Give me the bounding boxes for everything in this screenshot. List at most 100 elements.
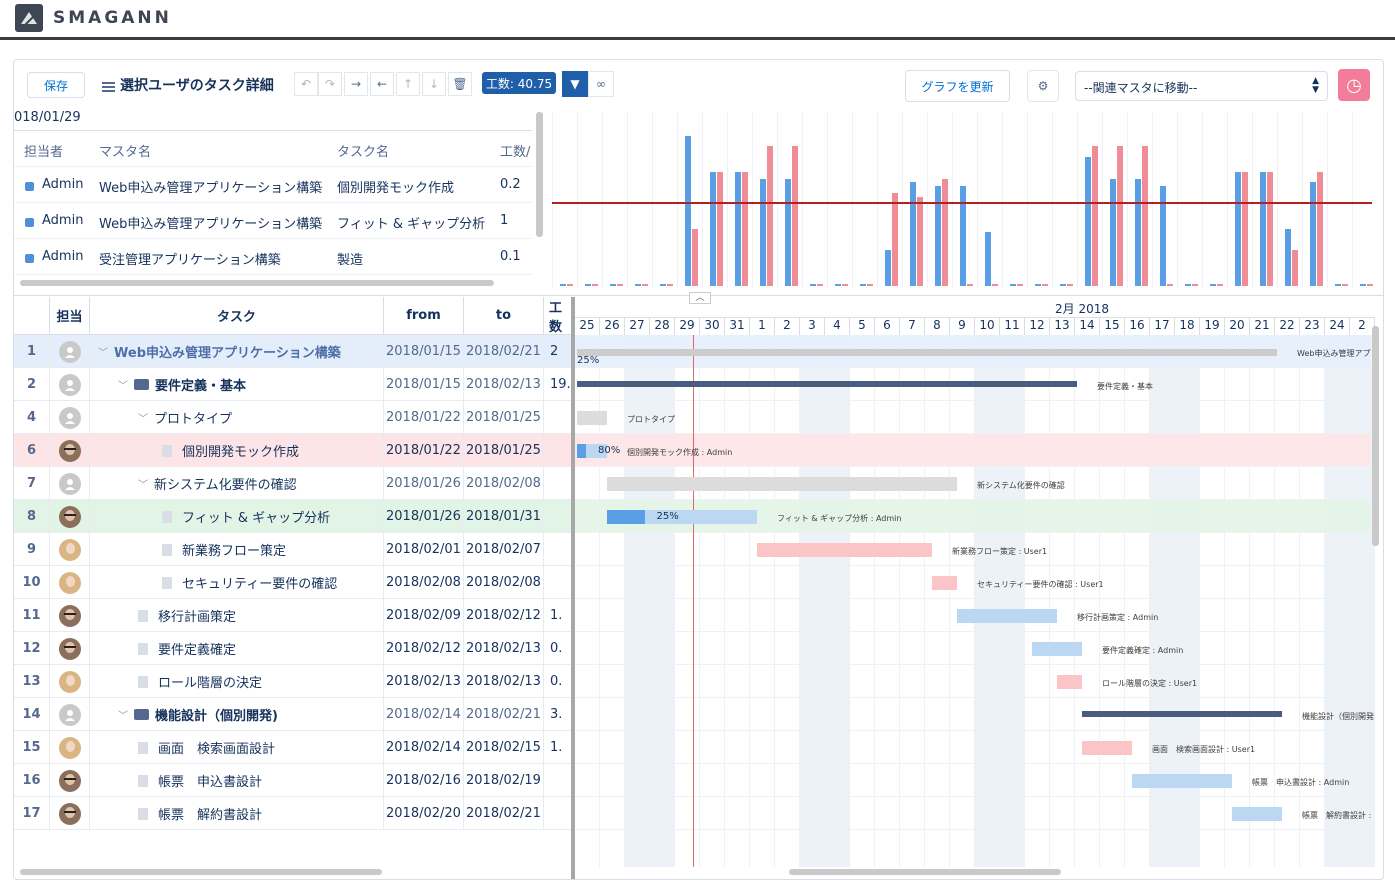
table-row[interactable]: 11 移行計画策定 2018/02/09 2018/02/12 1. bbox=[14, 599, 573, 632]
to-date[interactable]: 2018/02/13 bbox=[464, 665, 544, 698]
table-row[interactable]: 9 新業務フロー策定 2018/02/01 2018/02/07 bbox=[14, 533, 573, 566]
header-to-col[interactable]: to bbox=[464, 297, 544, 335]
from-date[interactable]: 2018/02/14 bbox=[384, 731, 464, 764]
from-date[interactable]: 2018/02/13 bbox=[384, 665, 464, 698]
header-assignee-col[interactable]: 担当 bbox=[50, 297, 90, 335]
from-date[interactable]: 2018/01/15 bbox=[384, 368, 464, 401]
task-name-cell[interactable]: セキュリティー要件の確認 bbox=[90, 566, 384, 599]
outdent-icon[interactable]: ← bbox=[370, 72, 394, 96]
task-name-cell[interactable]: 移行計画策定 bbox=[90, 599, 384, 632]
task-name-cell[interactable]: 要件定義確定 bbox=[90, 632, 384, 665]
task-name-cell[interactable]: ﹀ 新システム化要件の確認 bbox=[90, 467, 384, 500]
glasses-icon[interactable]: ∞ bbox=[588, 71, 614, 97]
related-master-select[interactable]: --関連マスタに移動-- ▲ ▼ bbox=[1075, 71, 1328, 101]
gantt-bar[interactable] bbox=[1082, 741, 1132, 755]
table-row[interactable]: 15 画面 検索画面設計 2018/02/14 2018/02/15 1. bbox=[14, 731, 573, 764]
expand-chevron-icon[interactable]: ﹀ bbox=[118, 377, 128, 392]
to-date[interactable]: 2018/02/21 bbox=[464, 797, 544, 830]
to-date[interactable]: 2018/01/25 bbox=[464, 434, 544, 467]
to-date[interactable]: 2018/02/07 bbox=[464, 533, 544, 566]
from-date[interactable]: 2018/01/26 bbox=[384, 467, 464, 500]
gantt-bar[interactable] bbox=[1082, 711, 1282, 717]
table-row[interactable]: 16 帳票 申込書設計 2018/02/16 2018/02/19 bbox=[14, 764, 573, 797]
task-name-cell[interactable]: 個別開発モック作成 bbox=[90, 434, 384, 467]
task-name-cell[interactable]: フィット & ギャップ分析 bbox=[90, 500, 384, 533]
table-row[interactable]: 6 個別開発モック作成 2018/01/22 2018/01/25 bbox=[14, 434, 573, 467]
user-table-vscroll[interactable] bbox=[536, 112, 543, 237]
header-from-col[interactable]: from bbox=[384, 297, 464, 335]
task-name-cell[interactable]: ﹀ Web申込み管理アプリケーション構築 bbox=[90, 335, 384, 368]
gantt-hscroll[interactable] bbox=[789, 869, 1061, 875]
effort-value[interactable] bbox=[544, 797, 573, 830]
from-date[interactable]: 2018/02/08 bbox=[384, 566, 464, 599]
to-date[interactable]: 2018/01/31 bbox=[464, 500, 544, 533]
effort-value[interactable]: 1. bbox=[544, 599, 573, 632]
task-name-cell[interactable]: 画面 検索画面設計 bbox=[90, 731, 384, 764]
task-name-cell[interactable]: ﹀ 要件定義・基本 bbox=[90, 368, 384, 401]
table-row[interactable]: 17 帳票 解約書設計 2018/02/20 2018/02/21 bbox=[14, 797, 573, 830]
task-name-cell[interactable]: ロール階層の決定 bbox=[90, 665, 384, 698]
user-task-row[interactable]: Admin Web申込み管理アプリケーション構築 フィット & ギャップ分析 1 bbox=[14, 203, 532, 239]
effort-value[interactable]: 3. bbox=[544, 698, 573, 731]
gantt-bar[interactable] bbox=[957, 609, 1057, 623]
gantt-bar[interactable] bbox=[1232, 807, 1282, 821]
expand-chevron-icon[interactable]: ﹀ bbox=[118, 707, 128, 722]
effort-value[interactable] bbox=[544, 401, 573, 434]
gear-icon[interactable]: ⚙ bbox=[1027, 70, 1059, 102]
redo-icon[interactable]: ↷ bbox=[318, 72, 342, 96]
table-row[interactable]: 4 ﹀ プロトタイプ 2018/01/22 2018/01/25 bbox=[14, 401, 573, 434]
from-date[interactable]: 2018/01/15 bbox=[384, 335, 464, 368]
table-row[interactable]: 7 ﹀ 新システム化要件の確認 2018/01/26 2018/02/08 bbox=[14, 467, 573, 500]
gantt-bar[interactable] bbox=[577, 349, 1277, 356]
gantt-bar[interactable] bbox=[1132, 774, 1232, 788]
expand-chevron-icon[interactable]: ﹀ bbox=[138, 476, 148, 491]
user-table-hscroll[interactable] bbox=[20, 280, 494, 286]
effort-value[interactable] bbox=[544, 467, 573, 500]
to-date[interactable]: 2018/02/15 bbox=[464, 731, 544, 764]
gantt-bar[interactable] bbox=[757, 543, 932, 557]
expand-chevron-icon[interactable]: ﹀ bbox=[98, 344, 108, 359]
indent-icon[interactable]: → bbox=[344, 72, 368, 96]
to-date[interactable]: 2018/02/13 bbox=[464, 368, 544, 401]
gantt-bar[interactable] bbox=[1057, 675, 1082, 689]
from-date[interactable]: 2018/01/22 bbox=[384, 401, 464, 434]
to-date[interactable]: 2018/02/08 bbox=[464, 566, 544, 599]
gantt-bar[interactable] bbox=[932, 576, 957, 590]
from-date[interactable]: 2018/01/22 bbox=[384, 434, 464, 467]
task-name-cell[interactable]: ﹀ 機能設計（個別開発) bbox=[90, 698, 384, 731]
table-row[interactable]: 2 ﹀ 要件定義・基本 2018/01/15 2018/02/13 19. bbox=[14, 368, 573, 401]
effort-value[interactable]: 0. bbox=[544, 665, 573, 698]
task-name-cell[interactable]: ﹀ プロトタイプ bbox=[90, 401, 384, 434]
table-row[interactable]: 14 ﹀ 機能設計（個別開発) 2018/02/14 2018/02/21 3. bbox=[14, 698, 573, 731]
effort-value[interactable]: 2 bbox=[544, 335, 573, 368]
from-date[interactable]: 2018/01/26 bbox=[384, 500, 464, 533]
table-row[interactable]: 10 セキュリティー要件の確認 2018/02/08 2018/02/08 bbox=[14, 566, 573, 599]
user-task-row[interactable]: Admin 受注管理アプリケーション構築 製造 0.1 bbox=[14, 239, 532, 275]
delete-icon[interactable]: 🗑 bbox=[448, 72, 472, 96]
table-row[interactable]: 8 フィット & ギャップ分析 2018/01/26 2018/01/31 bbox=[14, 500, 573, 533]
to-date[interactable]: 2018/02/13 bbox=[464, 632, 544, 665]
from-date[interactable]: 2018/02/20 bbox=[384, 797, 464, 830]
grid-hscroll[interactable] bbox=[20, 869, 382, 875]
clock-icon[interactable]: ◷ bbox=[1338, 69, 1370, 101]
effort-value[interactable] bbox=[544, 566, 573, 599]
header-effort-col[interactable]: 工数 bbox=[544, 297, 573, 335]
gantt-vscroll[interactable] bbox=[1372, 326, 1379, 546]
to-date[interactable]: 2018/02/12 bbox=[464, 599, 544, 632]
to-date[interactable]: 2018/02/21 bbox=[464, 698, 544, 731]
table-row[interactable]: 13 ロール階層の決定 2018/02/13 2018/02/13 0. bbox=[14, 665, 573, 698]
to-date[interactable]: 2018/01/25 bbox=[464, 401, 544, 434]
filter-icon[interactable]: ▼ bbox=[562, 71, 588, 97]
from-date[interactable]: 2018/02/12 bbox=[384, 632, 464, 665]
task-name-cell[interactable]: 新業務フロー策定 bbox=[90, 533, 384, 566]
to-date[interactable]: 2018/02/21 bbox=[464, 335, 544, 368]
undo-icon[interactable]: ↶ bbox=[294, 72, 318, 96]
header-task-col[interactable]: タスク bbox=[90, 297, 384, 335]
from-date[interactable]: 2018/02/16 bbox=[384, 764, 464, 797]
to-date[interactable]: 2018/02/08 bbox=[464, 467, 544, 500]
effort-value[interactable]: 0. bbox=[544, 632, 573, 665]
move-down-icon[interactable]: ↓ bbox=[422, 72, 446, 96]
expand-chevron-icon[interactable]: ﹀ bbox=[138, 410, 148, 425]
gantt-bar[interactable] bbox=[577, 381, 1077, 387]
from-date[interactable]: 2018/02/09 bbox=[384, 599, 464, 632]
